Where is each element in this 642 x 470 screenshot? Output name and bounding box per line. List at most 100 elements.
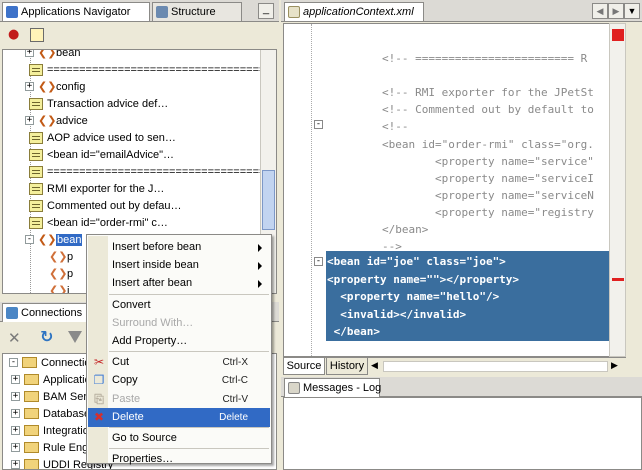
connection-node[interactable]: + Rule Eng <box>11 439 88 456</box>
menu-item-properties[interactable]: Properties… <box>88 450 270 469</box>
menu-item-paste: ⎘ Paste Ctrl-V <box>88 390 270 409</box>
menu-item-label: Add Property… <box>112 335 188 347</box>
menu-item-copy[interactable]: ❐ Copy Ctrl-C <box>88 371 270 390</box>
menu-item-cut[interactable]: ✂ Cut Ctrl-X <box>88 353 270 372</box>
menu-item-insert-inside-bean[interactable]: Insert inside bean <box>88 256 270 275</box>
expand-icon[interactable]: + <box>11 375 20 384</box>
hscroll-left[interactable]: ◀ <box>371 360 378 371</box>
selected-code-line[interactable]: <property name=""></property> <box>327 273 519 286</box>
code-line[interactable]: <!-- <box>382 120 409 133</box>
tree-node-note[interactable]: ===================================== <box>29 163 276 180</box>
connection-label: Rule Eng <box>43 441 89 454</box>
expand-icon[interactable]: + <box>11 426 20 435</box>
comment-icon <box>29 63 43 76</box>
expand-icon[interactable]: + <box>11 409 20 418</box>
expand-icon[interactable]: + <box>25 82 34 91</box>
selected-code-line[interactable]: <bean id="joe" class="joe"> <box>327 255 506 268</box>
tab-source[interactable]: Source <box>283 358 325 375</box>
tree-node-bean[interactable]: + ❮❯ bean <box>25 50 80 61</box>
menu-item-delete[interactable]: ✖ Delete Delete <box>88 407 270 427</box>
code-line[interactable]: <property name="service" <box>382 155 594 168</box>
tree-node-child[interactable]: ❮❯ p <box>49 248 73 265</box>
selected-code-line[interactable]: <property name="hello"/> <box>327 290 499 303</box>
filter-icon[interactable] <box>68 331 82 343</box>
tree-node-child[interactable]: ❮❯ p <box>49 265 73 282</box>
edit-properties-icon[interactable] <box>30 28 44 42</box>
code-line[interactable]: <!-- Commented out by default to <box>382 103 594 116</box>
tab-applications-navigator[interactable]: Applications Navigator <box>2 2 150 21</box>
menu-item-go-to-source[interactable]: Go to Source <box>88 429 270 448</box>
code-line[interactable]: </bean> <box>382 223 428 236</box>
tree-node-note[interactable]: <bean id="order-rmi" c… <box>29 214 168 231</box>
minimize-button[interactable]: _ <box>258 3 274 19</box>
horizontal-scrollbar[interactable] <box>383 361 608 372</box>
tree-node-note[interactable]: ===================================== <box>29 61 277 78</box>
collapse-icon[interactable]: - <box>25 235 34 244</box>
tab-connections[interactable]: Connections N <box>2 303 93 322</box>
menu-item-label: Cut <box>112 356 130 369</box>
expand-icon[interactable]: + <box>11 460 20 469</box>
code-line[interactable]: <property name="serviceI <box>382 172 594 185</box>
log-tab-label: Messages - Log <box>303 382 382 394</box>
scroll-right-button[interactable]: ▶ <box>608 3 624 19</box>
expand-icon[interactable]: + <box>25 116 34 125</box>
pin-icon[interactable]: ● <box>8 28 20 41</box>
tree-node-bean[interactable]: + ❮❯ advice <box>25 112 88 129</box>
xml-element-icon: ❮❯ <box>38 232 57 246</box>
code-line[interactable]: <!-- ======================== R <box>382 52 587 65</box>
tree-node-note[interactable]: RMI exporter for the J… <box>29 180 164 197</box>
menu-item-add-property[interactable]: Add Property… <box>88 332 270 351</box>
menu-item-label: Surround With… <box>112 316 194 329</box>
menu-item-insert-after-bean[interactable]: Insert after bean <box>88 274 270 293</box>
refresh-icon[interactable]: ↻ <box>40 329 53 345</box>
selected-code-line[interactable]: <invalid></invalid> <box>327 308 466 321</box>
connection-label: Applicatio <box>43 373 91 386</box>
tree-node-note[interactable]: Commented out by defau… <box>29 197 182 214</box>
tree-node-child[interactable]: ❮❯ i <box>49 282 69 293</box>
tab-messages-log[interactable]: Messages - Log <box>284 378 382 397</box>
collapse-icon[interactable]: - <box>9 358 18 367</box>
expand-icon[interactable]: + <box>11 392 20 401</box>
menu-item-surround-with: Surround With… <box>88 314 270 333</box>
tree-node-bean[interactable]: + ❮❯ config <box>25 78 85 95</box>
tree-node-bean[interactable]: - ❮❯ bean <box>25 231 83 248</box>
code-line[interactable]: <bean id="order-rmi" class="org. <box>382 138 594 151</box>
menu-item-label: Properties… <box>112 453 174 466</box>
fold-marker[interactable]: - <box>314 120 323 129</box>
editor-menu-button[interactable]: ▼ <box>624 3 640 19</box>
editor-area[interactable]: - - <!-- ======================== R <!-- … <box>283 23 626 357</box>
expand-icon[interactable]: + <box>11 443 20 452</box>
tree-node-note[interactable]: <bean id="emailAdvice"… <box>29 146 174 163</box>
tab-application-context[interactable]: applicationContext.xml <box>284 2 424 21</box>
tree-node-note[interactable]: AOP advice used to sen… <box>29 129 176 146</box>
tree-node-note[interactable]: Transaction advice def… <box>29 95 168 112</box>
editor-scrollbar[interactable] <box>609 23 626 357</box>
code-line[interactable]: <!-- RMI exporter for the JPetSt <box>382 86 594 99</box>
hscroll-right[interactable]: ▶ <box>611 360 618 371</box>
scroll-left-button[interactable]: ◀ <box>592 3 608 19</box>
connection-node[interactable]: + Integratio <box>11 422 89 439</box>
code-line[interactable]: <property name="serviceN <box>382 189 594 202</box>
tree-node-label: ===================================== <box>47 63 277 76</box>
menu-item-label: Convert <box>112 298 151 311</box>
connection-node[interactable]: + Applicatio <box>11 371 91 388</box>
tab-history[interactable]: History <box>326 358 368 375</box>
xml-file-icon <box>288 6 300 18</box>
error-marker[interactable] <box>612 29 624 41</box>
close-icon[interactable]: ✕ <box>8 331 21 346</box>
menu-item-convert[interactable]: Convert <box>88 296 270 315</box>
code-line[interactable]: <property name="registry <box>382 206 594 219</box>
scrollbar-thumb[interactable] <box>262 170 275 230</box>
log-panel <box>283 397 642 470</box>
connection-node[interactable]: + Database <box>11 405 90 422</box>
fold-marker[interactable]: - <box>314 257 323 266</box>
tab-applications-label: Applications Navigator <box>21 6 131 18</box>
error-marker[interactable] <box>612 278 624 281</box>
comment-icon <box>29 97 43 110</box>
selected-code-line[interactable]: </bean> <box>327 325 380 338</box>
expand-icon[interactable]: + <box>25 50 34 57</box>
menu-item-insert-before-bean[interactable]: Insert before bean <box>88 238 270 257</box>
tab-structure[interactable]: Structure <box>152 2 242 21</box>
submenu-arrow-icon <box>258 262 262 271</box>
connection-node[interactable]: + BAM Serv <box>11 388 93 405</box>
